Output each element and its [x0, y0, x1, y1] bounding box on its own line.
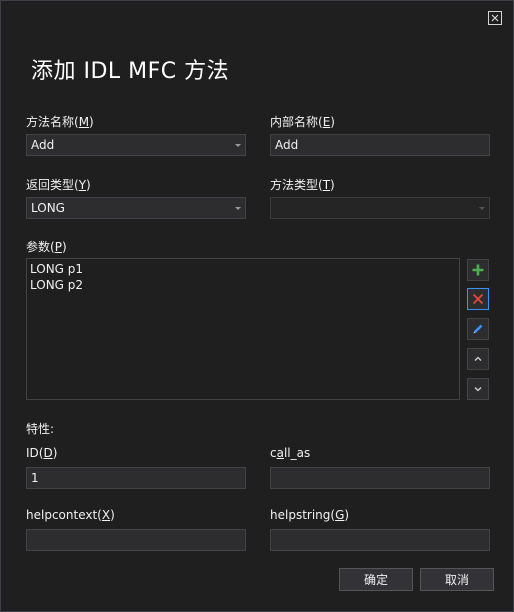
method-name-combo[interactable]: Add	[26, 134, 246, 156]
cancel-button[interactable]: 取消	[420, 568, 494, 591]
add-param-button[interactable]	[467, 259, 489, 281]
id-input[interactable]: 1	[26, 467, 246, 489]
id-value: 1	[31, 471, 39, 485]
ok-button[interactable]: 确定	[339, 568, 413, 591]
dialog-title: 添加 IDL MFC 方法	[31, 59, 230, 84]
internal-name-input[interactable]: Add	[270, 134, 490, 156]
helpstring-label: helpstring(G)	[270, 508, 350, 522]
internal-name-value: Add	[275, 138, 299, 152]
edit-param-button[interactable]	[467, 318, 489, 340]
move-down-button[interactable]	[467, 378, 489, 400]
list-item[interactable]: LONG p2	[30, 277, 456, 293]
internal-name-label: 内部名称(E)	[270, 115, 335, 129]
plus-icon	[472, 264, 484, 276]
id-label: ID(D)	[26, 446, 58, 460]
method-name-value: Add	[31, 138, 55, 152]
helpstring-input[interactable]	[270, 529, 490, 551]
dropdown-arrow-icon	[235, 207, 241, 210]
chevron-up-icon	[474, 356, 482, 361]
return-type-value: LONG	[31, 201, 65, 215]
method-name-label: 方法名称(M)	[26, 115, 94, 129]
call-as-label: call_as	[270, 446, 311, 460]
helpcontext-input[interactable]	[26, 529, 246, 551]
close-button[interactable]	[488, 11, 502, 25]
method-type-label: 方法类型(T)	[270, 178, 335, 192]
close-icon	[491, 14, 499, 22]
dropdown-arrow-icon	[479, 207, 485, 210]
params-listbox[interactable]: LONG p1 LONG p2	[26, 258, 460, 400]
helpcontext-label: helpcontext(X)	[26, 508, 115, 522]
dropdown-arrow-icon	[235, 144, 241, 147]
params-label: 参数(P)	[26, 240, 67, 254]
attributes-label: 特性:	[26, 422, 55, 436]
method-type-combo[interactable]	[270, 197, 490, 219]
x-icon	[472, 293, 484, 305]
pencil-icon	[473, 324, 483, 334]
chevron-down-icon	[474, 387, 482, 392]
call-as-input[interactable]	[270, 467, 490, 489]
list-item[interactable]: LONG p1	[30, 261, 456, 277]
add-idl-mfc-method-dialog: 添加 IDL MFC 方法 方法名称(M) Add 内部名称(E) Add 返回…	[0, 0, 514, 612]
move-up-button[interactable]	[467, 348, 489, 370]
return-type-combo[interactable]: LONG	[26, 197, 246, 219]
remove-param-button[interactable]	[467, 288, 489, 310]
return-type-label: 返回类型(Y)	[26, 178, 91, 192]
